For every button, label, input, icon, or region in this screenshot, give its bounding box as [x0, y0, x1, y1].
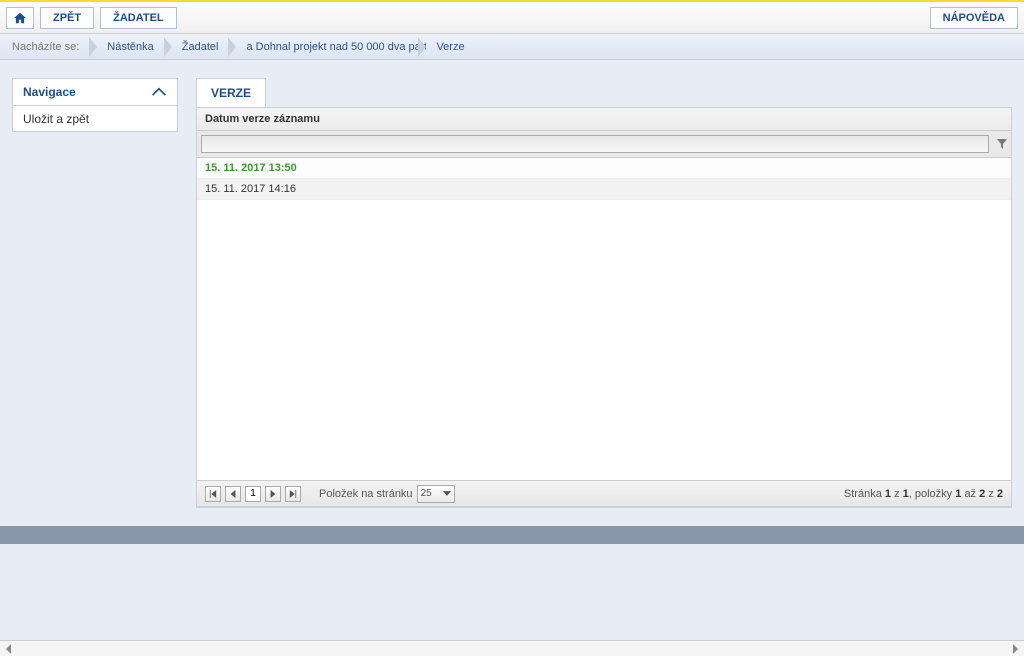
home-icon	[13, 11, 27, 25]
breadcrumb-item-project[interactable]: a Dohnal projekt nad 50 000 dva partneři…	[236, 34, 426, 60]
tab-row: VERZE	[196, 78, 1012, 107]
filter-icon	[997, 139, 1007, 149]
grid: Datum verze záznamu 15. 11. 2017 13:50 1…	[196, 107, 1012, 507]
grid-filter-row	[197, 131, 1011, 158]
next-icon	[269, 490, 277, 498]
content-area: Navigace Uložit a zpět VERZE Datum verze…	[0, 60, 1024, 526]
breadcrumb-item-nastenka[interactable]: Nástěnka	[97, 34, 171, 60]
nav-title: Navigace	[23, 85, 76, 99]
pager-page-input[interactable]	[245, 486, 261, 502]
breadcrumb-item-zadatel[interactable]: Žadatel	[172, 34, 237, 60]
pager-last-button[interactable]	[285, 486, 301, 502]
pager-pagesize-value: 25	[421, 488, 432, 499]
breadcrumb: Nacházíte se: Nástěnka Žadatel a Dohnal …	[0, 34, 1024, 60]
grid-row[interactable]: 15. 11. 2017 14:16	[197, 179, 1011, 200]
pager-prev-button[interactable]	[225, 486, 241, 502]
filter-button[interactable]	[993, 131, 1011, 157]
chevron-up-icon	[151, 87, 167, 97]
main-panel: VERZE Datum verze záznamu 15. 11. 2017 1…	[196, 78, 1012, 508]
grid-column-header[interactable]: Datum verze záznamu	[197, 108, 1011, 131]
grid-filter-input[interactable]	[201, 135, 989, 153]
side-panel: Navigace Uložit a zpět	[12, 78, 178, 508]
home-button[interactable]	[6, 7, 34, 29]
grid-pager: Položek na stránku 25 Stránka 1 z 1, pol…	[197, 480, 1011, 506]
pager-items-label: Položek na stránku	[319, 488, 413, 500]
pager-pagesize-select[interactable]: 25	[417, 485, 455, 503]
footer-stripe	[0, 526, 1024, 544]
pager-info: Stránka 1 z 1, položky 1 až 2 z 2	[844, 488, 1003, 500]
horizontal-scrollbar[interactable]	[0, 640, 1024, 656]
scroll-right-icon	[1010, 644, 1020, 654]
nav-header[interactable]: Navigace	[12, 78, 178, 106]
help-button[interactable]: NÁPOVĚDA	[930, 7, 1018, 29]
back-button[interactable]: ZPĚT	[40, 7, 94, 29]
breadcrumb-label: Nacházíte se:	[8, 34, 97, 60]
first-icon	[209, 490, 217, 498]
topbar: ZPĚT ŽADATEL NÁPOVĚDA	[0, 0, 1024, 34]
panel-filler	[196, 507, 1012, 508]
breadcrumb-item-verze: Verze	[426, 34, 482, 60]
grid-row[interactable]: 15. 11. 2017 13:50	[197, 158, 1011, 179]
grid-body: 15. 11. 2017 13:50 15. 11. 2017 14:16	[197, 158, 1011, 480]
last-icon	[289, 490, 297, 498]
zadatel-button[interactable]: ŽADATEL	[100, 7, 177, 29]
chevron-down-icon	[443, 491, 451, 496]
nav-item-save-back[interactable]: Uložit a zpět	[12, 106, 178, 132]
pager-first-button[interactable]	[205, 486, 221, 502]
below-footer	[0, 544, 1024, 640]
scroll-left-icon	[4, 644, 14, 654]
pager-next-button[interactable]	[265, 486, 281, 502]
tab-verze[interactable]: VERZE	[196, 78, 266, 107]
prev-icon	[229, 490, 237, 498]
